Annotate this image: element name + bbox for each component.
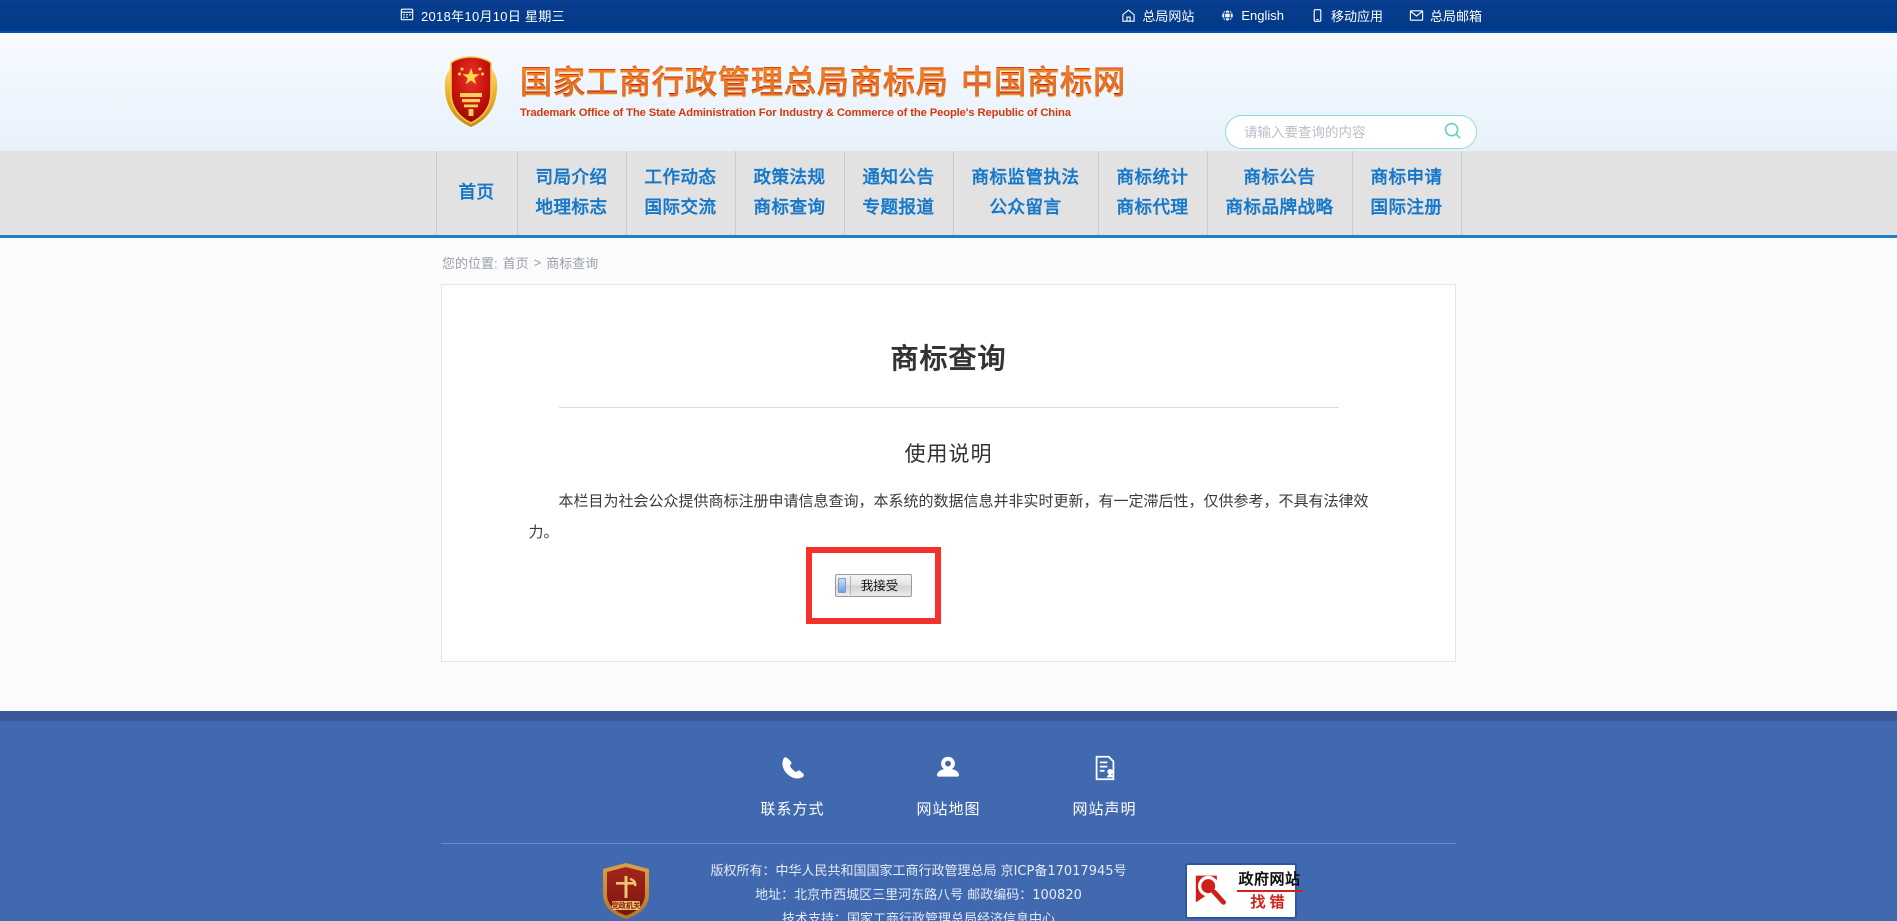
page-root: 2018年10月10日 星期三 总局网站 English 移动应用 总局邮箱 国…: [0, 0, 1897, 921]
nav-label: 商标品牌战略: [1225, 198, 1334, 218]
nav-item-statistics[interactable]: 商标统计 商标代理: [1099, 151, 1208, 235]
nav-item-announcements[interactable]: 通知公告 专题报道: [845, 151, 954, 235]
nav-label: 商标代理: [1116, 198, 1189, 218]
nav-item-work-news[interactable]: 工作动态 国际交流: [627, 151, 736, 235]
phone-icon: [777, 753, 807, 788]
nav-label: 首页: [458, 182, 495, 203]
search-input[interactable]: [1244, 124, 1440, 140]
home-icon: [1121, 8, 1136, 23]
nav-label: 司局介绍: [535, 167, 608, 188]
party-government-shield-icon[interactable]: 党政机关: [600, 862, 652, 920]
nav-label: 公众留言: [989, 198, 1062, 218]
gov-badge-bottom-label: 找错: [1250, 893, 1289, 911]
calendar-icon: [400, 7, 414, 24]
copyright-block: 版权所有：中华人民共和国国家工商行政管理总局 京ICP备17017945号 地址…: [710, 860, 1126, 921]
top-link-label: 移动应用: [1330, 9, 1383, 24]
footer-bottom: 党政机关 版权所有：中华人民共和国国家工商行政管理总局 京ICP备1701794…: [0, 844, 1897, 921]
mobile-icon: [1310, 8, 1325, 23]
current-date: 2018年10月10日 星期三: [400, 6, 565, 25]
top-link-label: English: [1241, 8, 1284, 23]
footer-top-strip: [0, 711, 1897, 721]
main-navigation: 首页 司局介绍 地理标志 工作动态 国际交流 政策法规 商标查询 通知公告 专题…: [0, 151, 1897, 238]
search-box[interactable]: [1225, 115, 1477, 149]
breadcrumb-home-link[interactable]: 首页: [503, 253, 529, 272]
nav-label: 商标申请: [1370, 167, 1443, 188]
footer-link-label: 网站地图: [916, 800, 981, 818]
nav-label: 商标监管执法: [971, 167, 1080, 188]
nav-label: 商标统计: [1116, 167, 1189, 188]
top-utility-bar: 2018年10月10日 星期三 总局网站 English 移动应用 总局邮箱: [0, 0, 1897, 33]
globe-icon: [1220, 8, 1235, 23]
instructions-heading: 使用说明: [904, 442, 993, 466]
nav-label: 通知公告: [862, 167, 935, 188]
nav-label: 商标公告: [1243, 167, 1316, 188]
instructions-paragraph: 本栏目为社会公众提供商标注册申请信息查询，本系统的数据信息并非实时更新，有一定滞…: [528, 492, 1369, 541]
breadcrumb-current: 商标查询: [546, 256, 599, 271]
top-link-mailbox[interactable]: 总局邮箱: [1409, 6, 1482, 25]
support-line: 技术支持：国家工商行政管理总局经济信息中心: [781, 912, 1055, 921]
search-icon: [1442, 120, 1464, 145]
accept-button-label: 我接受: [849, 576, 909, 595]
site-title-cn: 国家工商行政管理总局商标局 中国商标网: [520, 62, 1127, 101]
nav-item-policy-regulations[interactable]: 政策法规 商标查询: [736, 151, 845, 235]
map-pin-icon: [933, 753, 963, 788]
breadcrumb: 您的位置: 首页 > 商标查询: [442, 253, 1897, 272]
breadcrumb-bar: 您的位置: 首页 > 商标查询: [0, 238, 1897, 284]
top-link-label: 总局邮箱: [1429, 9, 1482, 24]
search-button[interactable]: [1440, 119, 1466, 145]
footer-link-statement[interactable]: 网站声明: [1073, 753, 1137, 819]
top-link-label: 总局网站: [1142, 9, 1195, 24]
accept-button[interactable]: 我接受: [834, 574, 913, 597]
nav-label: 商标查询: [753, 198, 826, 218]
address-line: 地址：北京市西城区三里河东路八号 邮政编码：100820: [755, 888, 1082, 904]
nav-item-bureau-intro[interactable]: 司局介绍 地理标志: [518, 151, 627, 235]
svg-text:党政机关: 党政机关: [612, 901, 642, 910]
nav-item-supervision-enforcement[interactable]: 商标监管执法 公众留言: [954, 151, 1099, 235]
nav-label: 国际注册: [1370, 198, 1443, 218]
top-link-sait-site[interactable]: 总局网站: [1121, 6, 1194, 25]
nav-label: 国际交流: [644, 198, 717, 218]
national-emblem-icon: [438, 53, 504, 129]
site-footer: 联系方式 网站地图 网站声明 党政机关 版权所有：中华人民共和国国家工商行政管理…: [0, 721, 1897, 921]
footer-nav: 联系方式 网站地图 网站声明: [0, 753, 1897, 843]
breadcrumb-prefix: 您的位置:: [442, 256, 498, 271]
document-icon: [1090, 753, 1120, 788]
accept-button-highlight: 我接受: [806, 547, 941, 624]
nav-label: 地理标志: [535, 198, 608, 218]
top-link-english[interactable]: English: [1220, 8, 1284, 23]
page-title: 商标查询: [890, 342, 1007, 375]
copyright-line: 版权所有：中华人民共和国国家工商行政管理总局 京ICP备17017945号: [710, 864, 1127, 879]
content-area: 商标查询 使用说明 本栏目为社会公众提供商标注册申请信息查询，本系统的数据信息并…: [0, 284, 1897, 662]
nav-item-gazette[interactable]: 商标公告 商标品牌战略: [1208, 151, 1353, 235]
nav-label: 政策法规: [753, 167, 826, 188]
date-text: 2018年10月10日 星期三: [421, 9, 565, 24]
title-divider: [558, 407, 1339, 408]
breadcrumb-separator: >: [533, 255, 542, 270]
site-title-en: Trademark Office of The State Administra…: [520, 107, 1071, 120]
trademark-query-card: 商标查询 使用说明 本栏目为社会公众提供商标注册申请信息查询，本系统的数据信息并…: [441, 284, 1456, 662]
site-header: 国家工商行政管理总局商标局 中国商标网 Trademark Office of …: [0, 33, 1897, 151]
nav-label: 专题报道: [862, 198, 935, 218]
top-links: 总局网站 English 移动应用 总局邮箱: [1121, 6, 1482, 25]
nav-label: 工作动态: [644, 167, 717, 188]
footer-link-label: 网站声明: [1072, 800, 1137, 818]
top-link-mobile-app[interactable]: 移动应用: [1310, 6, 1383, 25]
footer-link-sitemap[interactable]: 网站地图: [916, 753, 980, 819]
footer-link-label: 联系方式: [760, 800, 825, 818]
shield-badge-icon: [837, 578, 846, 593]
mail-icon: [1409, 8, 1424, 23]
nav-item-home[interactable]: 首页: [435, 151, 518, 235]
magnifier-icon: [1192, 868, 1234, 915]
footer-spacer: [0, 662, 1897, 711]
footer-link-contact[interactable]: 联系方式: [760, 753, 824, 819]
nav-item-application[interactable]: 商标申请 国际注册: [1353, 151, 1462, 235]
gov-badge-top-label: 政府网站: [1238, 870, 1301, 888]
site-brand[interactable]: 国家工商行政管理总局商标局 中国商标网 Trademark Office of …: [438, 53, 1126, 129]
gov-badge-divider: [1236, 890, 1303, 892]
gov-website-error-report-badge[interactable]: 政府网站 找错: [1184, 863, 1303, 919]
